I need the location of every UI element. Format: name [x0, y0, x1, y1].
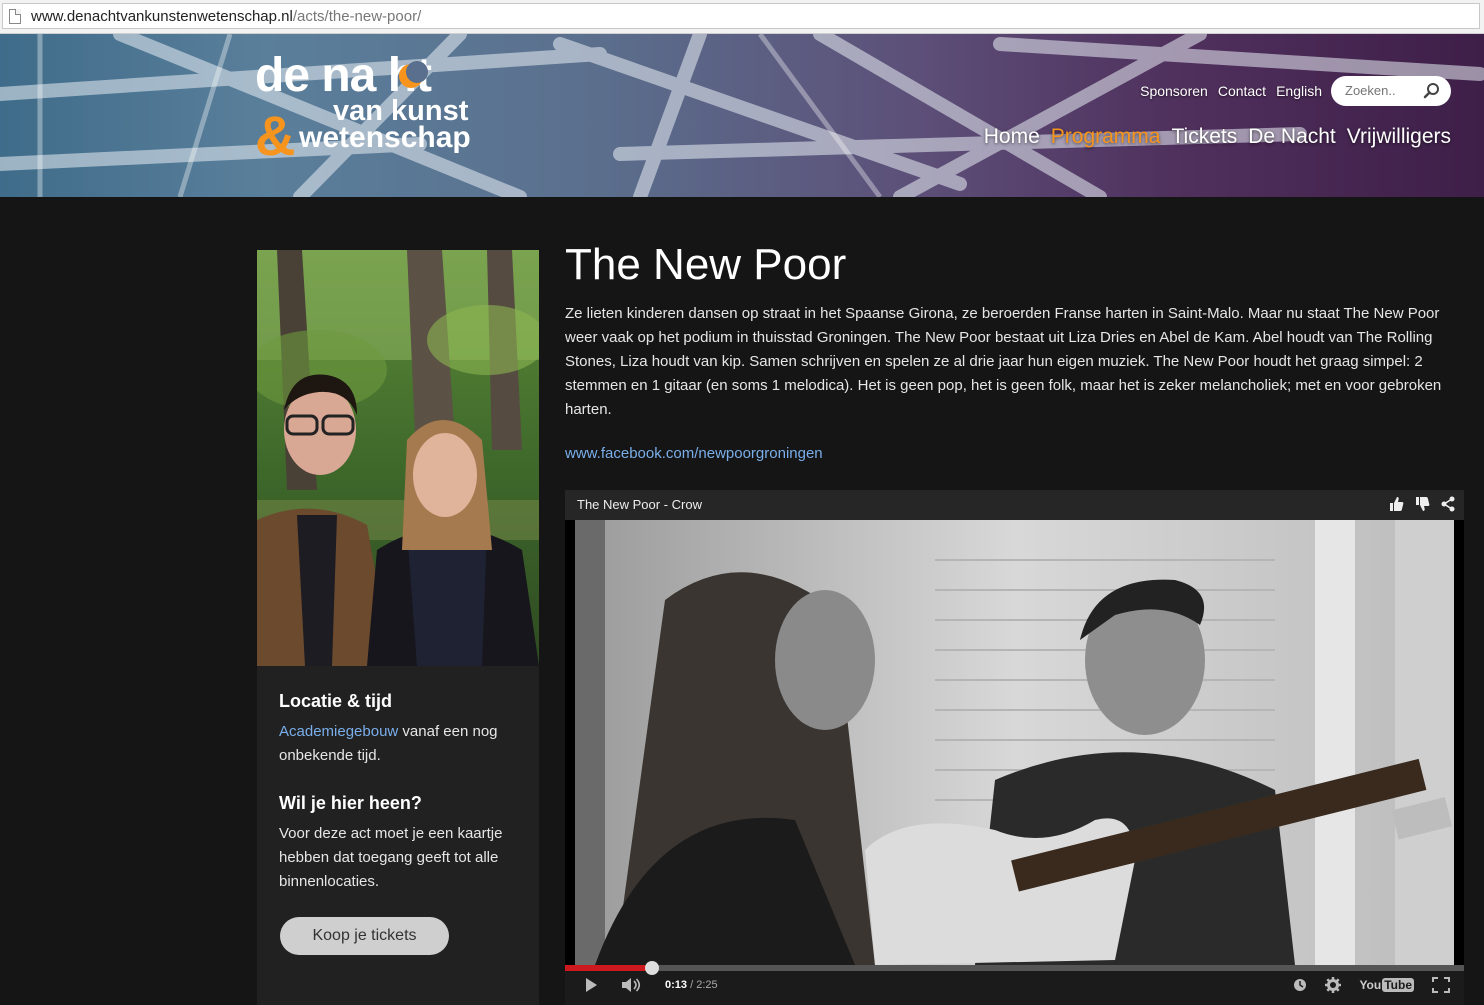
nav-de-nacht[interactable]: De Nacht [1248, 125, 1336, 149]
act-sidebar: Locatie & tijd Academiegebouw vanaf een … [257, 250, 539, 1005]
volume-icon[interactable] [621, 977, 643, 993]
video-controls-right: You Tube [1293, 977, 1450, 993]
site-header: de na ht van kunst & wetenschap Sponsore… [0, 34, 1484, 197]
video-current-time: 0:13 [665, 979, 688, 991]
facebook-link[interactable]: www.facebook.com/newpoorgroningen [565, 445, 823, 462]
url-host: www.denachtvankunstenwetenschap.nl [31, 8, 293, 25]
topnav-english[interactable]: English [1276, 83, 1322, 99]
url-text[interactable]: www.denachtvankunstenwetenschap.nl/acts/… [31, 8, 421, 25]
page-icon [9, 9, 21, 24]
act-photo [257, 250, 539, 666]
topnav-contact[interactable]: Contact [1218, 83, 1266, 99]
video-title-bar: The New Poor - Crow [565, 490, 1464, 520]
nav-programma[interactable]: Programma [1051, 125, 1161, 149]
logo-ampersand: & [255, 104, 296, 167]
search-icon[interactable] [1423, 82, 1441, 100]
youtube-video-player[interactable]: The New Poor - Crow 0:13 / 2:25 You Tube [565, 490, 1464, 1005]
fullscreen-icon[interactable] [1432, 977, 1450, 993]
share-icon[interactable] [1440, 496, 1456, 512]
video-controls-left: 0:13 / 2:25 [583, 977, 718, 993]
nav-tickets[interactable]: Tickets [1171, 125, 1237, 149]
url-field[interactable]: www.denachtvankunstenwetenschap.nl/acts/… [2, 3, 1480, 29]
video-scrubber-handle[interactable] [645, 961, 660, 975]
play-icon[interactable] [583, 977, 599, 993]
page-title: The New Poor [565, 240, 847, 289]
topnav-sponsoren[interactable]: Sponsoren [1140, 83, 1208, 99]
video-time: 0:13 / 2:25 [665, 979, 718, 991]
location-link[interactable]: Academiegebouw [279, 723, 398, 740]
video-progress-bar[interactable] [565, 961, 1464, 975]
search-input[interactable] [1343, 82, 1423, 99]
video-controls: 0:13 / 2:25 You Tube [565, 961, 1464, 1005]
video-progress-fill [565, 965, 653, 971]
settings-gear-icon[interactable] [1325, 977, 1342, 993]
go-text: Voor deze act moet je een kaartje hebben… [279, 825, 503, 890]
youtube-logo[interactable]: You Tube [1359, 978, 1414, 992]
thumbs-up-icon[interactable] [1388, 496, 1404, 512]
buy-tickets-button[interactable]: Koop je tickets [280, 917, 449, 955]
video-top-icons [1388, 496, 1456, 512]
header-background-image [0, 34, 1484, 197]
video-frame[interactable] [575, 520, 1454, 965]
video-title[interactable]: The New Poor - Crow [577, 497, 702, 512]
video-duration: / 2:25 [687, 979, 718, 991]
nav-home[interactable]: Home [984, 125, 1040, 149]
top-nav: Sponsoren Contact English [1140, 83, 1322, 99]
browser-address-bar: www.denachtvankunstenwetenschap.nl/acts/… [0, 0, 1484, 34]
location-text: Academiegebouw vanaf een nog onbekende t… [279, 720, 524, 768]
youtube-logo-you: You [1359, 978, 1382, 992]
moon-icon [399, 61, 428, 88]
nav-vrijwilligers[interactable]: Vrijwilligers [1347, 125, 1451, 149]
act-description: Ze lieten kinderen dansen op straat in h… [565, 305, 1442, 418]
logo-line-wetenschap: wetenschap [299, 121, 471, 154]
go-heading: Wil je hier heen? [279, 793, 422, 813]
location-heading: Locatie & tijd [279, 691, 393, 711]
url-path: /acts/the-new-poor/ [292, 8, 422, 25]
watch-later-icon[interactable] [1293, 978, 1307, 992]
main-nav: Home Programma Tickets De Nacht Vrijwill… [984, 125, 1451, 149]
site-logo[interactable]: de na ht van kunst & wetenschap [255, 52, 475, 178]
youtube-logo-tube: Tube [1382, 978, 1414, 992]
thumbs-down-icon[interactable] [1414, 496, 1430, 512]
search-box [1331, 76, 1451, 106]
